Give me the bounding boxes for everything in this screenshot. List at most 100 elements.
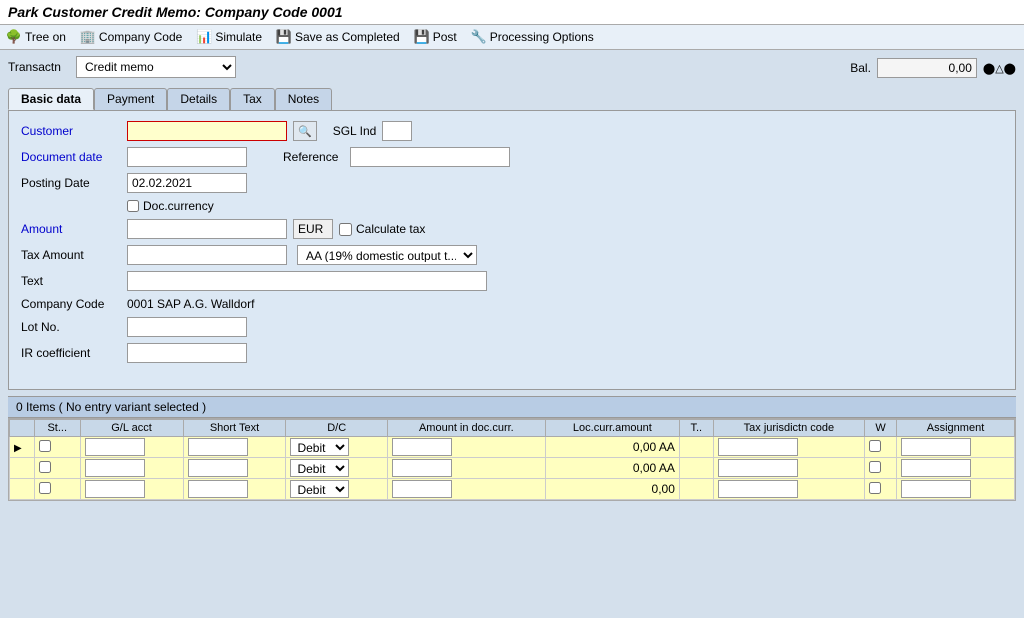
row-icon-cell xyxy=(10,458,35,479)
dc-cell[interactable]: DebitCredit xyxy=(286,479,387,500)
w-checkbox[interactable] xyxy=(869,482,881,494)
document-date-input[interactable] xyxy=(127,147,247,167)
company-code-icon: 🏢 xyxy=(80,29,96,45)
dc-select[interactable]: DebitCredit xyxy=(290,459,349,477)
company-code-label: Company Code xyxy=(99,30,182,44)
gl-acct-cell[interactable] xyxy=(80,458,183,479)
gl-acct-cell[interactable] xyxy=(80,437,183,458)
lot-no-label: Lot No. xyxy=(21,320,121,334)
tab-payment[interactable]: Payment xyxy=(94,88,167,110)
transactn-select[interactable]: Credit memo xyxy=(76,56,236,78)
w-checkbox[interactable] xyxy=(869,461,881,473)
gl-acct-cell[interactable] xyxy=(80,479,183,500)
status-checkbox[interactable] xyxy=(39,440,51,452)
col-tax-code: T.. xyxy=(679,420,713,437)
document-date-label: Document date xyxy=(21,150,121,164)
amount-input[interactable] xyxy=(127,219,287,239)
currency-input[interactable] xyxy=(293,219,333,239)
customer-label: Customer xyxy=(21,124,121,138)
tax-jur-input[interactable] xyxy=(718,438,798,456)
short-text-cell[interactable] xyxy=(183,458,286,479)
company-code-button[interactable]: 🏢 Company Code xyxy=(80,29,182,45)
ir-coefficient-input[interactable] xyxy=(127,343,247,363)
simulate-label: Simulate xyxy=(215,30,262,44)
save-as-completed-button[interactable]: 💾 Save as Completed xyxy=(276,29,400,45)
table-row: ▶ DebitCredit 0,00 AA xyxy=(10,437,1015,458)
dc-select[interactable]: DebitCredit xyxy=(290,480,349,498)
amount-doc-cell[interactable] xyxy=(387,437,545,458)
w-cell[interactable] xyxy=(865,437,897,458)
tree-on-button[interactable]: 🌳 Tree on xyxy=(6,29,66,45)
post-button[interactable]: 💾 Post xyxy=(414,29,457,45)
assignment-input[interactable] xyxy=(901,459,971,477)
dc-cell[interactable]: DebitCredit xyxy=(286,458,387,479)
calculate-tax-label[interactable]: Calculate tax xyxy=(339,222,425,236)
dc-cell[interactable]: DebitCredit xyxy=(286,437,387,458)
toolbar: 🌳 Tree on 🏢 Company Code 📊 Simulate 💾 Sa… xyxy=(0,25,1024,50)
lot-no-input[interactable] xyxy=(127,317,247,337)
bal-input[interactable] xyxy=(877,58,977,78)
amount-doc-input[interactable] xyxy=(392,438,452,456)
short-text-cell[interactable] xyxy=(183,479,286,500)
status-cell xyxy=(34,479,80,500)
assignment-cell[interactable] xyxy=(897,479,1015,500)
tax-amount-input[interactable] xyxy=(127,245,287,265)
customer-row: Customer 🔍 SGL Ind xyxy=(21,121,1003,141)
tab-tax[interactable]: Tax xyxy=(230,88,275,110)
tax-jur-cell[interactable] xyxy=(713,479,864,500)
company-code-row: Company Code 0001 SAP A.G. Walldorf xyxy=(21,297,1003,311)
company-code-form-label: Company Code xyxy=(21,297,121,311)
assignment-cell[interactable] xyxy=(897,458,1015,479)
short-text-input[interactable] xyxy=(188,438,248,456)
amount-doc-input[interactable] xyxy=(392,459,452,477)
ir-coefficient-row: IR coefficient xyxy=(21,343,1003,363)
tab-notes[interactable]: Notes xyxy=(275,88,332,110)
status-checkbox[interactable] xyxy=(39,482,51,494)
tax-jur-input[interactable] xyxy=(718,480,798,498)
w-cell[interactable] xyxy=(865,479,897,500)
status-checkbox[interactable] xyxy=(39,461,51,473)
document-date-row: Document date Reference xyxy=(21,147,1003,167)
tab-details[interactable]: Details xyxy=(167,88,230,110)
data-table: St... G/L acct Short Text D/C Amount in … xyxy=(9,419,1015,500)
w-cell[interactable] xyxy=(865,458,897,479)
sgl-ind-input[interactable] xyxy=(382,121,412,141)
amount-doc-cell[interactable] xyxy=(387,458,545,479)
status-cell xyxy=(34,437,80,458)
processing-options-label: Processing Options xyxy=(490,30,594,44)
posting-date-row: Posting Date xyxy=(21,173,1003,193)
simulate-button[interactable]: 📊 Simulate xyxy=(196,29,262,45)
w-checkbox[interactable] xyxy=(869,440,881,452)
text-input[interactable] xyxy=(127,271,487,291)
calculate-tax-checkbox[interactable] xyxy=(339,223,352,236)
reference-input[interactable] xyxy=(350,147,510,167)
processing-options-button[interactable]: 🔧 Processing Options xyxy=(471,29,594,45)
gl-acct-input[interactable] xyxy=(85,438,145,456)
amount-doc-cell[interactable] xyxy=(387,479,545,500)
posting-date-input[interactable] xyxy=(127,173,247,193)
tax-jur-cell[interactable] xyxy=(713,437,864,458)
doc-currency-checkbox-label[interactable]: Doc.currency xyxy=(127,199,214,213)
assignment-cell[interactable] xyxy=(897,437,1015,458)
doc-currency-checkbox[interactable] xyxy=(127,200,139,212)
gl-acct-input[interactable] xyxy=(85,459,145,477)
customer-search-button[interactable]: 🔍 xyxy=(293,121,317,141)
assignment-input[interactable] xyxy=(901,480,971,498)
short-text-cell[interactable] xyxy=(183,437,286,458)
tax-code-cell xyxy=(679,479,713,500)
amount-doc-input[interactable] xyxy=(392,480,452,498)
tax-code-select[interactable]: AA (19% domestic output t... xyxy=(297,245,477,265)
tax-jur-cell[interactable] xyxy=(713,458,864,479)
short-text-input[interactable] xyxy=(188,459,248,477)
dc-select[interactable]: DebitCredit xyxy=(290,438,349,456)
reference-label: Reference xyxy=(283,150,338,164)
amount-row: Amount Calculate tax xyxy=(21,219,1003,239)
company-code-value: 0001 SAP A.G. Walldorf xyxy=(127,297,254,311)
short-text-input[interactable] xyxy=(188,480,248,498)
tax-jur-input[interactable] xyxy=(718,459,798,477)
tab-basic-data[interactable]: Basic data xyxy=(8,88,94,110)
loc-amount-cell: 0,00 AA xyxy=(545,458,679,479)
customer-input[interactable] xyxy=(127,121,287,141)
assignment-input[interactable] xyxy=(901,438,971,456)
gl-acct-input[interactable] xyxy=(85,480,145,498)
